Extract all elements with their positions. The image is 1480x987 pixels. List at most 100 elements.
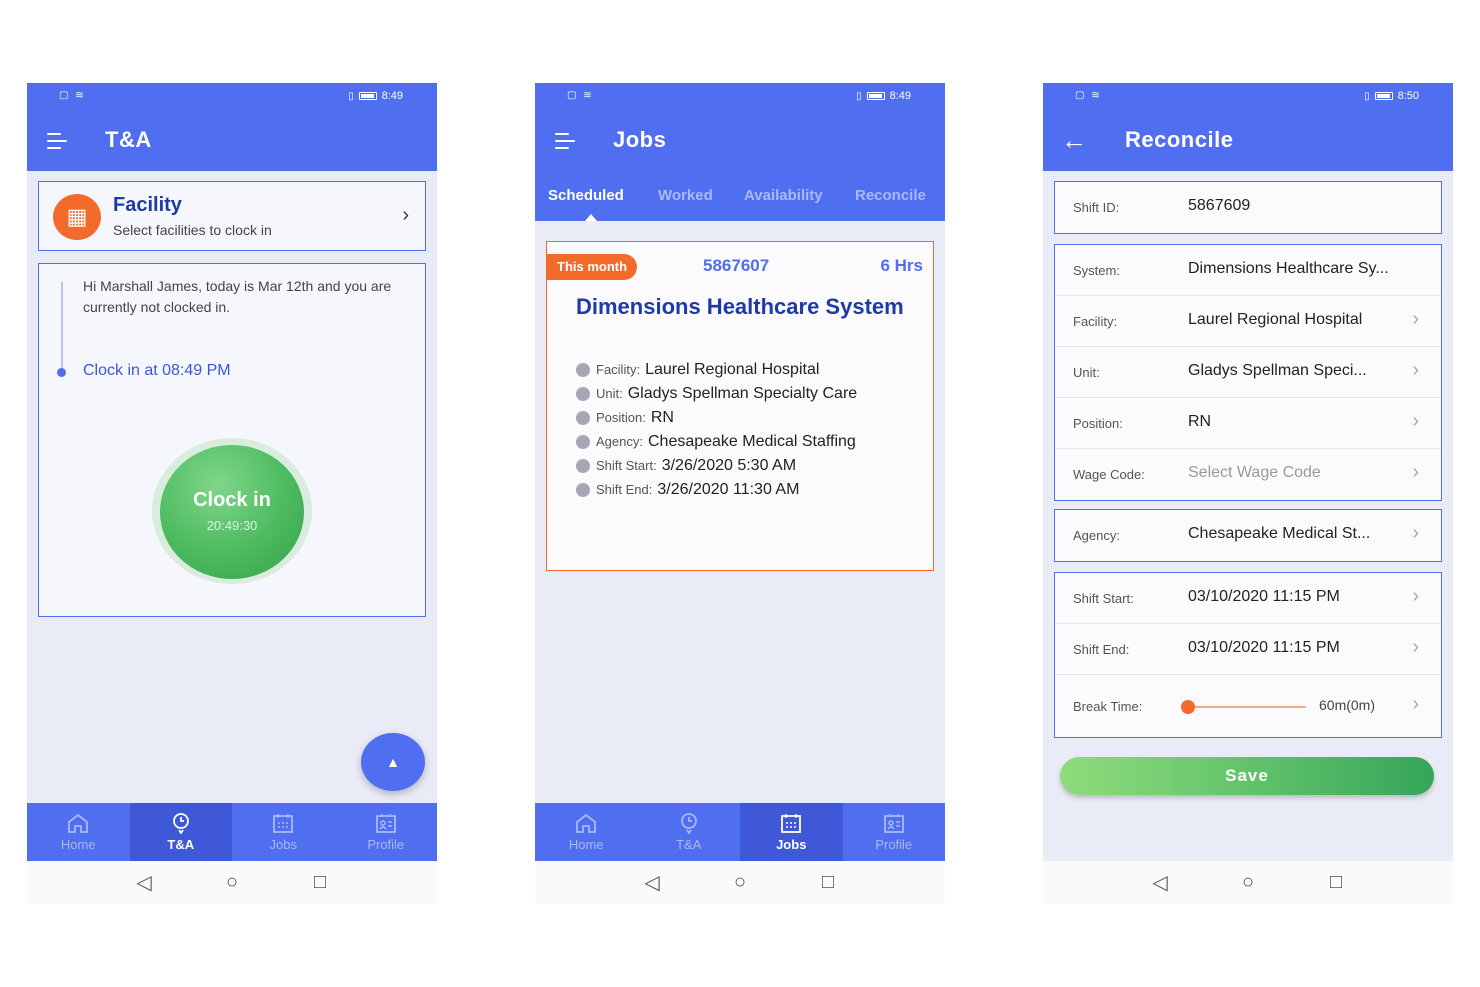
nav-home-label: Home	[568, 837, 604, 852]
calendar-icon	[273, 814, 294, 833]
scroll-up-button[interactable]: ▲	[361, 733, 425, 791]
job-hours: 6 Hrs	[880, 256, 923, 275]
system-recent-icon[interactable]: □	[309, 871, 331, 894]
system-recent-icon[interactable]: □	[817, 871, 839, 894]
timeline-line	[61, 282, 63, 370]
facility-row[interactable]: Facility: Laurel Regional Hospital ›	[1055, 296, 1441, 347]
battery-icon	[866, 92, 885, 100]
nav-profile-label: Profile	[367, 837, 405, 852]
calendar-icon	[781, 814, 802, 833]
nav-ta[interactable]: T&A	[638, 803, 741, 861]
job-position-label: Position:	[596, 410, 646, 425]
chevron-right-icon: ›	[1412, 585, 1419, 607]
break-time-label: Break Time:	[1073, 699, 1143, 714]
save-button[interactable]: Save	[1060, 757, 1434, 795]
home-icon	[68, 813, 89, 833]
job-agency-label: Agency:	[596, 434, 643, 449]
nav-profile-label: Profile	[875, 837, 913, 852]
position-row[interactable]: Position: RN ›	[1055, 398, 1441, 449]
job-position-value: RN	[650, 409, 674, 426]
bottom-nav: Home T&A Jobs Profile	[27, 803, 437, 861]
position-label: Position:	[1073, 416, 1123, 431]
chevron-right-icon: ›	[402, 204, 409, 226]
app-bar: ← Reconcile	[1043, 111, 1453, 171]
tab-availability[interactable]: Availability	[744, 187, 823, 204]
clock-pin-icon	[680, 813, 697, 834]
nav-jobs[interactable]: Jobs	[740, 803, 843, 861]
job-shift-end-label: Shift End:	[596, 482, 653, 497]
nav-profile[interactable]: Profile	[843, 803, 946, 861]
status-bar: ▢ ≋ ▯ 8:50	[1043, 83, 1453, 111]
system-back-icon[interactable]: ◁	[133, 870, 155, 895]
job-facility-value: Laurel Regional Hospital	[645, 361, 820, 378]
break-time-slider-track[interactable]	[1188, 706, 1306, 708]
status-bar: ▢ ≋ ▯ 8:49	[535, 83, 945, 111]
tab-reconcile[interactable]: Reconcile	[855, 187, 926, 204]
chevron-right-icon: ›	[1412, 636, 1419, 658]
battery-icon	[1374, 92, 1393, 100]
status-time: 8:50	[1397, 90, 1419, 102]
vibrate-icon: ▯	[1364, 90, 1370, 102]
shift-start-row[interactable]: Shift Start: 03/10/2020 11:15 PM ›	[1055, 573, 1441, 624]
shift-id-label: Shift ID:	[1073, 200, 1120, 215]
job-facility-label: Facility:	[596, 362, 641, 377]
nav-ta[interactable]: T&A	[129, 803, 232, 861]
menu-icon[interactable]	[555, 133, 575, 149]
clock-in-time: Clock in at 08:49 PM	[83, 362, 231, 379]
wage-code-label: Wage Code:	[1073, 467, 1145, 482]
facility-subtitle: Select facilities to clock in	[113, 222, 272, 238]
jobs-screen: ▢ ≋ ▯ 8:49 Jobs Scheduled Worked Availabi…	[535, 83, 945, 904]
menu-icon[interactable]	[47, 133, 67, 149]
clock-icon	[576, 483, 590, 497]
agency-row[interactable]: Agency: Chesapeake Medical St... ›	[1055, 510, 1441, 561]
wifi-icon: ▢ ≋	[567, 90, 594, 101]
nav-profile[interactable]: Profile	[335, 803, 438, 861]
clock-in-button[interactable]: Clock in 20:49:30	[160, 445, 304, 579]
wifi-icon: ▢ ≋	[59, 90, 86, 101]
active-tab-indicator	[585, 214, 597, 221]
job-agency-row: Agency: Chesapeake Medical Staffing	[576, 430, 926, 454]
building-icon: ▦	[53, 194, 101, 240]
unit-label: Unit:	[1073, 365, 1100, 380]
clock-icon	[576, 459, 590, 473]
facility-selector[interactable]: ▦ Facility Select facilities to clock in…	[38, 181, 426, 251]
profile-card-icon	[883, 814, 904, 833]
tab-worked[interactable]: Worked	[658, 187, 713, 204]
break-time-slider-knob[interactable]	[1181, 700, 1195, 714]
system-back-icon[interactable]: ◁	[1149, 870, 1171, 895]
job-agency-value: Chesapeake Medical Staffing	[647, 433, 856, 450]
shift-time-box: Shift Start: 03/10/2020 11:15 PM › Shift…	[1054, 572, 1442, 738]
job-shift-start-label: Shift Start:	[596, 458, 657, 473]
tab-scheduled[interactable]: Scheduled	[548, 187, 624, 204]
job-shift-start-row: Shift Start: 3/26/2020 5:30 AM	[576, 454, 926, 478]
system-home-icon[interactable]: ○	[221, 871, 243, 894]
nav-home[interactable]: Home	[535, 803, 638, 861]
shift-end-value: 03/10/2020 11:15 PM	[1188, 639, 1340, 656]
system-recent-icon[interactable]: □	[1325, 871, 1347, 894]
status-bar: ▢ ≋ ▯ 8:49	[27, 83, 437, 111]
shift-start-value: 03/10/2020 11:15 PM	[1188, 588, 1340, 605]
bottom-nav: Home T&A Jobs Profile	[535, 803, 945, 861]
job-card[interactable]: This month 5867607 6 Hrs Dimensions Heal…	[546, 241, 934, 571]
back-arrow-icon[interactable]: ←	[1061, 125, 1087, 155]
nav-home[interactable]: Home	[27, 803, 130, 861]
nav-jobs-label: Jobs	[269, 837, 297, 852]
job-shift-end-row: Shift End: 3/26/2020 11:30 AM	[576, 478, 926, 502]
system-home-icon[interactable]: ○	[1237, 871, 1259, 894]
unit-row[interactable]: Unit: Gladys Spellman Speci... ›	[1055, 347, 1441, 398]
system-home-icon[interactable]: ○	[729, 871, 751, 894]
wage-code-row[interactable]: Wage Code: Select Wage Code ›	[1055, 449, 1441, 500]
chevron-right-icon[interactable]: ›	[1412, 693, 1419, 716]
system-label: System:	[1073, 263, 1120, 278]
system-nav-bar: ◁ ○ □	[1043, 861, 1453, 904]
clock-in-label: Clock in	[193, 489, 271, 511]
system-back-icon[interactable]: ◁	[641, 870, 663, 895]
status-time: 8:49	[889, 90, 911, 102]
break-time-value: 60m(0m)	[1319, 697, 1376, 713]
shift-end-label: Shift End:	[1073, 642, 1130, 657]
shift-end-row[interactable]: Shift End: 03/10/2020 11:15 PM ›	[1055, 624, 1441, 675]
nav-jobs[interactable]: Jobs	[232, 803, 335, 861]
chevron-right-icon: ›	[1412, 522, 1419, 544]
app-bar: Jobs	[535, 111, 945, 171]
nav-jobs-label: Jobs	[776, 837, 807, 852]
